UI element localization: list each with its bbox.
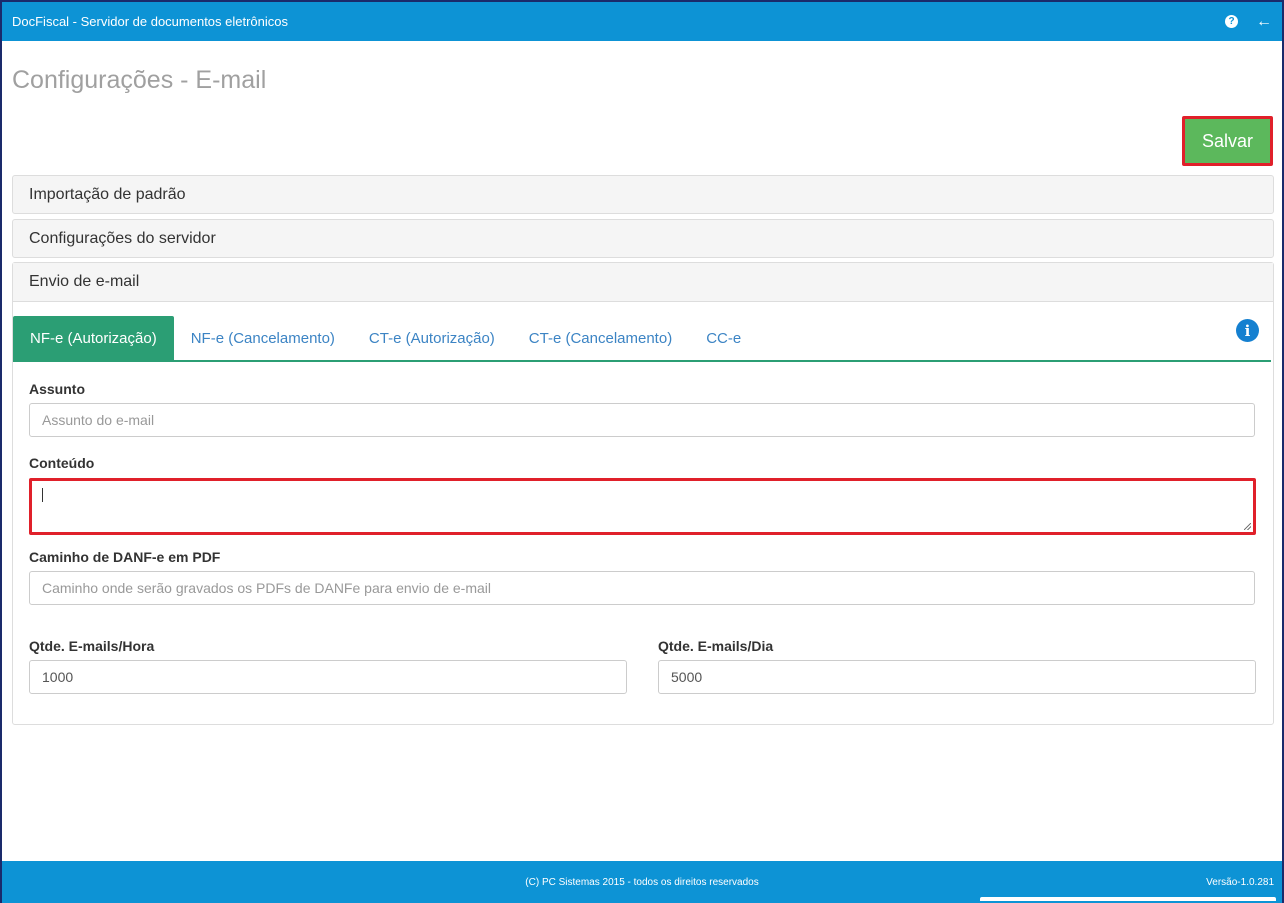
subject-label: Assunto bbox=[29, 381, 85, 397]
panel-import-header[interactable]: Importação de padrão bbox=[12, 175, 1274, 214]
copyright-text: (C) PC Sistemas 2015 - todos os direitos… bbox=[525, 877, 759, 888]
page-title: Configurações - E-mail bbox=[12, 66, 267, 94]
app-footer: (C) PC Sistemas 2015 - todos os direitos… bbox=[2, 861, 1282, 903]
tab-nfe-autorizacao[interactable]: NF-e (Autorização) bbox=[13, 316, 174, 360]
subject-input[interactable]: Assunto do e-mail bbox=[29, 403, 1255, 437]
per-day-input[interactable]: 5000 bbox=[658, 660, 1256, 694]
per-day-label: Qtde. E-mails/Dia bbox=[658, 638, 774, 654]
footer-bar bbox=[980, 897, 1276, 901]
app-header: DocFiscal - Servidor de documentos eletr… bbox=[2, 2, 1282, 41]
info-icon[interactable]: i bbox=[1236, 319, 1259, 342]
help-icon[interactable]: ? bbox=[1225, 15, 1238, 28]
content-label: Conteúdo bbox=[29, 455, 95, 471]
app-title: DocFiscal - Servidor de documentos eletr… bbox=[12, 14, 289, 29]
save-button[interactable]: Salvar bbox=[1182, 116, 1273, 166]
pdf-path-label: Caminho de DANF-e em PDF bbox=[29, 549, 221, 565]
resize-grip-icon[interactable] bbox=[1244, 523, 1251, 530]
email-tabs: NF-e (Autorização) NF-e (Cancelamento) C… bbox=[13, 316, 1271, 362]
version-text: Versão-1.0.281 bbox=[1206, 877, 1274, 888]
tab-nfe-cancelamento[interactable]: NF-e (Cancelamento) bbox=[174, 316, 352, 360]
content-textarea[interactable] bbox=[29, 478, 1256, 535]
panel-email-header[interactable]: Envio de e-mail bbox=[13, 263, 1273, 302]
header-icons: ? ← bbox=[1225, 13, 1272, 30]
panel-server-header[interactable]: Configurações do servidor bbox=[12, 219, 1274, 258]
pdf-path-input[interactable]: Caminho onde serão gravados os PDFs de D… bbox=[29, 571, 1255, 605]
back-arrow-icon[interactable]: ← bbox=[1256, 13, 1272, 30]
tab-cce[interactable]: CC-e bbox=[689, 316, 758, 360]
text-caret bbox=[42, 488, 43, 502]
per-hour-label: Qtde. E-mails/Hora bbox=[29, 638, 155, 654]
tab-cte-autorizacao[interactable]: CT-e (Autorização) bbox=[352, 316, 512, 360]
panel-email: Envio de e-mail NF-e (Autorização) NF-e … bbox=[12, 262, 1274, 725]
tab-cte-cancelamento[interactable]: CT-e (Cancelamento) bbox=[512, 316, 689, 360]
per-hour-input[interactable]: 1000 bbox=[29, 660, 627, 694]
